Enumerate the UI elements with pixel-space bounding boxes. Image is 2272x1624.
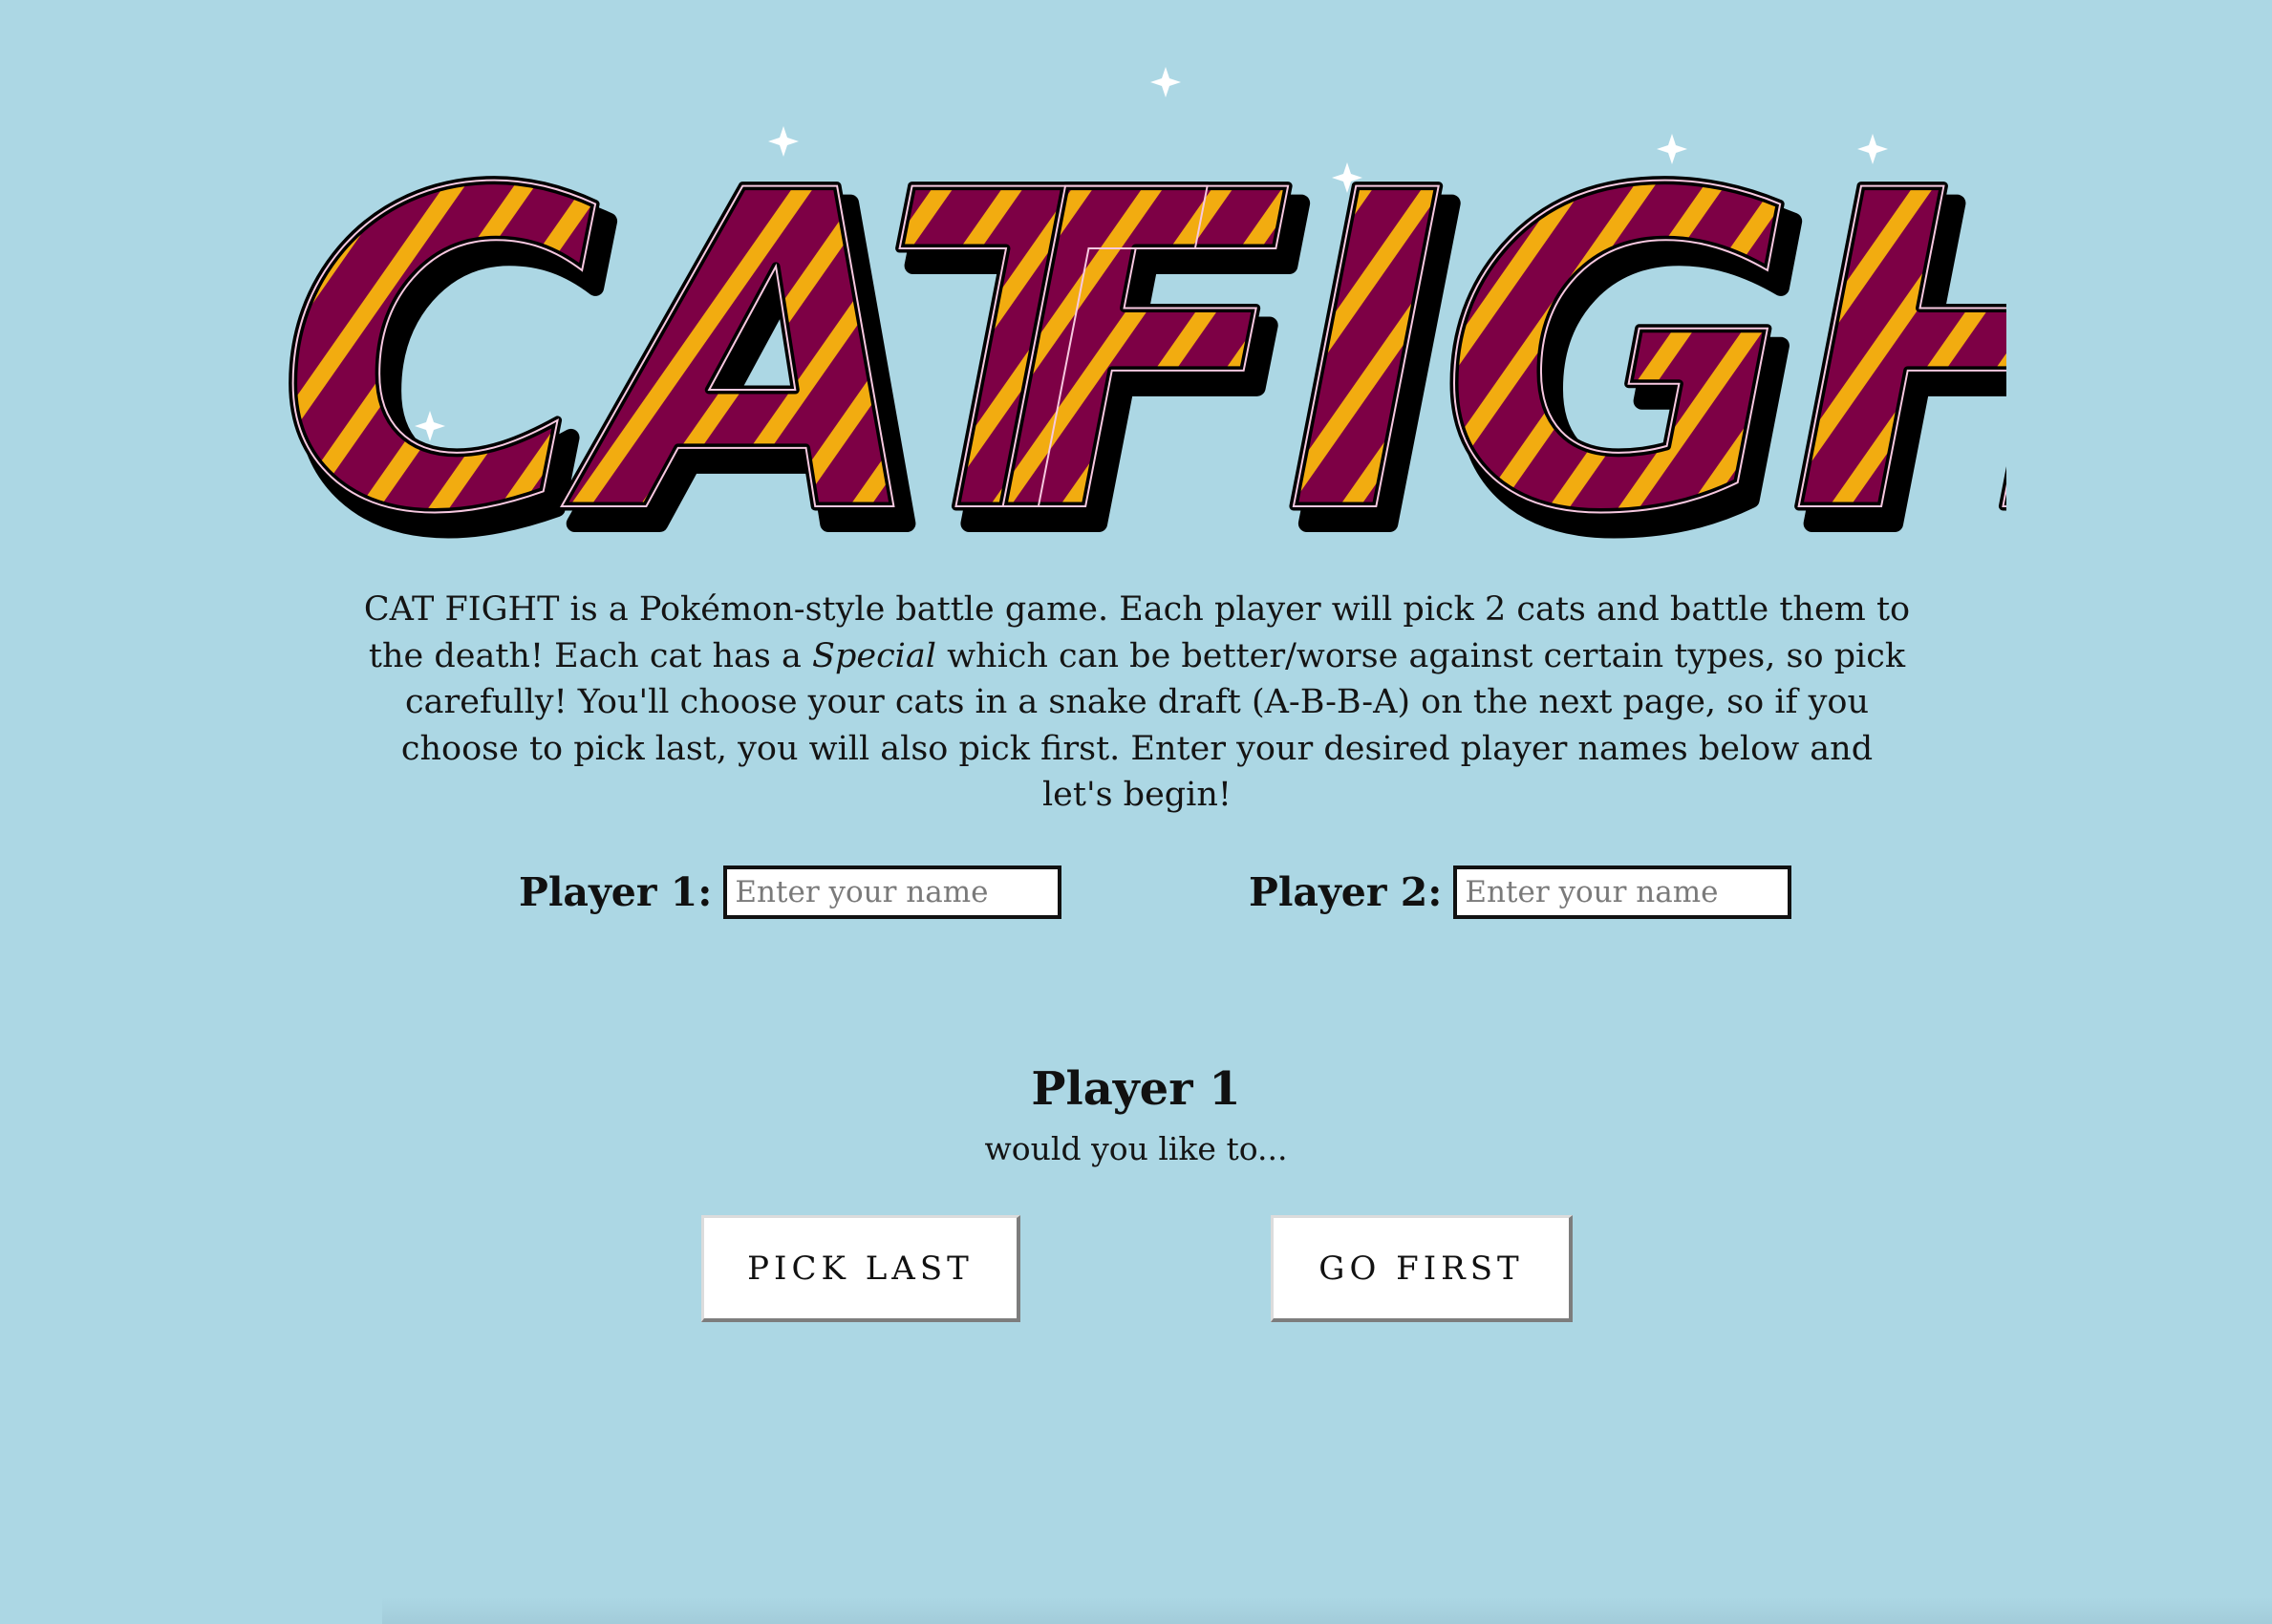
player-1-label: Player 1: xyxy=(519,869,713,915)
go-first-button[interactable]: GO FIRST xyxy=(1271,1215,1573,1322)
page: CAT FIGHT CAT FIGHT CAT FIGHT CAT FIGHT … xyxy=(0,0,2272,1624)
intro-paragraph: CAT FIGHT is a Pokémon-style battle game… xyxy=(363,587,1911,819)
logo-word-fight-highlight: FIGHT xyxy=(994,99,2006,573)
player-2-name-input[interactable] xyxy=(1453,865,1792,919)
logo-graphic: CAT FIGHT CAT FIGHT CAT FIGHT xyxy=(273,67,2006,573)
sparkle-icon xyxy=(1150,67,1181,97)
cat-fight-logo: CAT FIGHT CAT FIGHT CAT FIGHT xyxy=(268,38,2006,573)
prompt-question: would you like to... xyxy=(984,1130,1288,1167)
player-2-field: Player 2: xyxy=(1249,862,1792,923)
player-1-name-input[interactable] xyxy=(723,865,1062,919)
player-1-field: Player 1: xyxy=(519,862,1062,923)
player-2-label: Player 2: xyxy=(1249,869,1443,915)
current-player-heading: Player 1 xyxy=(1031,1062,1241,1116)
bottom-shade xyxy=(382,1597,2272,1624)
pick-last-button[interactable]: PICK LAST xyxy=(701,1215,1020,1322)
intro-special-term: Special xyxy=(811,636,936,675)
